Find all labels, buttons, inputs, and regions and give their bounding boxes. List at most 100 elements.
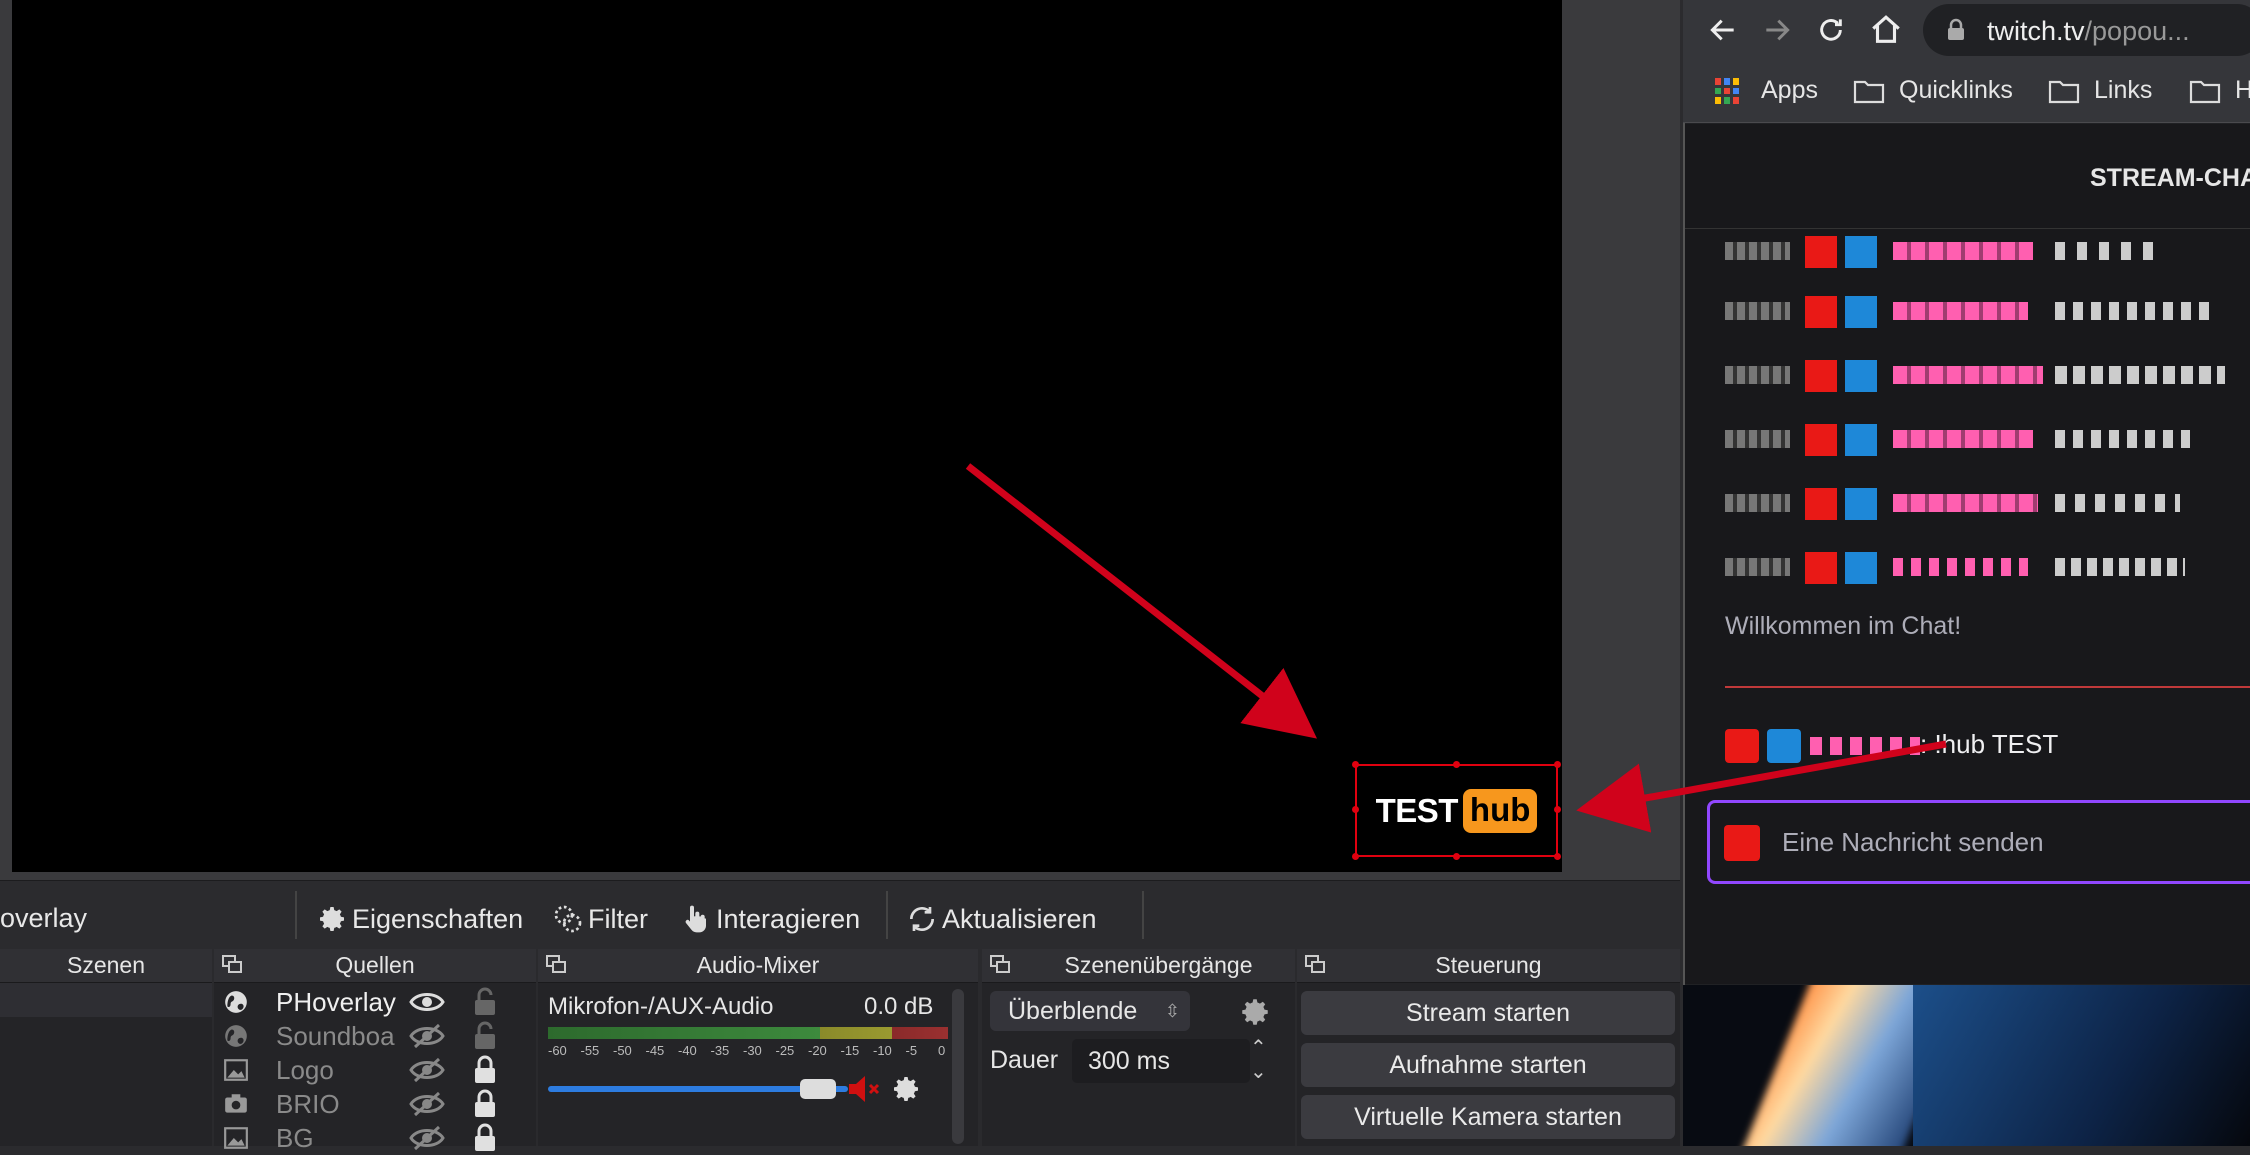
pixelated-username xyxy=(1893,494,2038,512)
scenes-list[interactable] xyxy=(0,983,212,1146)
source-item-logo[interactable]: Logo xyxy=(214,1053,534,1087)
properties-button[interactable]: Eigenschaften xyxy=(316,903,523,935)
filters-label: Filter xyxy=(588,903,648,934)
eye-hidden-icon[interactable] xyxy=(409,1023,445,1049)
chat-message-latest: : !hub TEST xyxy=(1725,729,2245,763)
lock-closed-icon[interactable] xyxy=(472,1089,498,1119)
resize-handle[interactable] xyxy=(1352,853,1359,860)
transition-select-value: Überblende xyxy=(1008,997,1138,1025)
chat-welcome-message: Willkommen im Chat! xyxy=(1725,612,1962,640)
duration-input[interactable]: 300 ms xyxy=(1072,1039,1250,1083)
bookmark-links[interactable]: Links xyxy=(2094,76,2152,105)
interact-label: Interagieren xyxy=(716,903,861,934)
badge-blue-icon xyxy=(1845,488,1877,520)
volume-slider-handle[interactable] xyxy=(800,1079,836,1099)
resize-handle[interactable] xyxy=(1554,761,1561,768)
resize-handle[interactable] xyxy=(1453,853,1460,860)
start-recording-label: Aufnahme starten xyxy=(1389,1051,1587,1079)
crown-badge-icon xyxy=(1767,729,1801,763)
pixelated-text xyxy=(2055,558,2185,576)
back-arrow-icon[interactable] xyxy=(1707,14,1739,46)
bookmark-quicklinks[interactable]: Quicklinks xyxy=(1899,76,2013,105)
lock-closed-icon[interactable] xyxy=(472,1123,498,1153)
meter-scale-label: -40 xyxy=(678,1043,697,1058)
lock-open-icon[interactable] xyxy=(472,987,498,1017)
resize-handle[interactable] xyxy=(1554,806,1561,813)
mixer-scrollbar[interactable] xyxy=(952,989,964,1144)
address-bar[interactable]: twitch.tv/popou... xyxy=(1923,4,2250,56)
undock-icon[interactable] xyxy=(990,955,1010,973)
stepper-down-icon[interactable]: ⌄ xyxy=(1250,1059,1267,1084)
toolbar-separator xyxy=(295,891,297,939)
meter-scale-label: -5 xyxy=(905,1043,918,1058)
source-item-bg[interactable]: BG xyxy=(214,1121,534,1155)
undock-icon[interactable] xyxy=(222,955,242,973)
gear-icon[interactable] xyxy=(890,1073,922,1105)
start-stream-button[interactable]: Stream starten xyxy=(1301,991,1675,1035)
preview-canvas[interactable]: TEST hub xyxy=(12,0,1562,872)
source-name: PHoverlay xyxy=(276,987,396,1017)
meter-scale-label: -55 xyxy=(580,1043,600,1058)
meter-scale-label: -15 xyxy=(840,1043,860,1058)
mute-speaker-icon[interactable] xyxy=(846,1071,882,1107)
mixer-dock-header: Audio-Mixer xyxy=(538,949,978,983)
globe-icon xyxy=(225,1025,247,1047)
meter-scale-label: -60 xyxy=(548,1043,567,1058)
gear-icon[interactable] xyxy=(1238,995,1272,1029)
pixelated-text xyxy=(2055,302,2215,320)
badge-blue-icon xyxy=(1845,296,1877,328)
interact-button[interactable]: Interagieren xyxy=(680,903,860,935)
meter-scale-label: -30 xyxy=(743,1043,762,1058)
source-toolbar: overlay Eigenschaften Filter Interagiere… xyxy=(0,880,1680,950)
bookmark-apps[interactable]: Apps xyxy=(1761,76,1818,105)
toolbar-separator xyxy=(886,891,888,939)
pixelated-text xyxy=(2055,242,2155,260)
lock-closed-icon[interactable] xyxy=(472,1055,498,1085)
start-virtual-camera-button[interactable]: Virtuelle Kamera starten xyxy=(1301,1095,1675,1139)
source-item-phoverlay[interactable]: PHoverlay xyxy=(214,985,534,1019)
home-icon[interactable] xyxy=(1869,13,1903,47)
start-recording-button[interactable]: Aufnahme starten xyxy=(1301,1043,1675,1087)
badge-red-icon xyxy=(1805,360,1837,392)
badge-red-icon xyxy=(1805,552,1837,584)
eye-icon[interactable] xyxy=(409,989,445,1015)
preview-area: TEST hub xyxy=(0,0,1680,880)
resize-handle[interactable] xyxy=(1352,806,1359,813)
reload-icon[interactable] xyxy=(1815,14,1847,46)
bookmark-h[interactable]: H xyxy=(2235,76,2250,105)
obs-window: TEST hub overlay Eigenschaften Filter In… xyxy=(0,0,1680,1153)
forward-arrow-icon[interactable] xyxy=(1761,14,1793,46)
broadcaster-badge-icon xyxy=(1724,825,1760,861)
controls-dock-title: Steuerung xyxy=(1435,952,1542,978)
resize-handle[interactable] xyxy=(1453,761,1460,768)
stepper-up-icon[interactable]: ⌃ xyxy=(1250,1035,1267,1060)
refresh-label: Aktualisieren xyxy=(942,903,1097,934)
sources-list[interactable]: PHoverlay Soundboard Logo BRIO BG xyxy=(214,983,536,1153)
resize-handle[interactable] xyxy=(1352,761,1359,768)
meter-scale-label: -25 xyxy=(775,1043,795,1058)
undock-icon[interactable] xyxy=(546,955,566,973)
globe-icon xyxy=(225,991,247,1013)
resize-handle[interactable] xyxy=(1554,853,1561,860)
source-item-soundboard[interactable]: Soundboard xyxy=(214,1019,534,1053)
selected-source-box[interactable]: TEST hub xyxy=(1352,761,1561,860)
eye-hidden-icon[interactable] xyxy=(409,1091,445,1117)
eye-hidden-icon[interactable] xyxy=(409,1125,445,1151)
scene-item-selected[interactable] xyxy=(0,983,212,1017)
lock-open-icon[interactable] xyxy=(472,1021,498,1051)
logo-text-hub: hub xyxy=(1462,788,1538,833)
chat-input[interactable]: Eine Nachricht senden xyxy=(1707,800,2250,884)
pixelated-text xyxy=(1725,242,1790,260)
source-item-brio[interactable]: BRIO xyxy=(214,1087,534,1121)
lock-icon[interactable] xyxy=(1945,18,1967,42)
pixelated-text xyxy=(2055,494,2180,512)
pixelated-text xyxy=(1725,494,1790,512)
apps-grid-icon xyxy=(1715,78,1741,104)
eye-hidden-icon[interactable] xyxy=(409,1057,445,1083)
undock-icon[interactable] xyxy=(1305,955,1325,973)
filters-button[interactable]: Filter xyxy=(552,903,648,935)
transition-select[interactable]: Überblende ⇳ xyxy=(990,991,1190,1031)
refresh-button[interactable]: Aktualisieren xyxy=(906,903,1097,935)
mixer-level-readout: 0.0 dB xyxy=(864,993,934,1020)
image-icon xyxy=(224,1127,248,1149)
